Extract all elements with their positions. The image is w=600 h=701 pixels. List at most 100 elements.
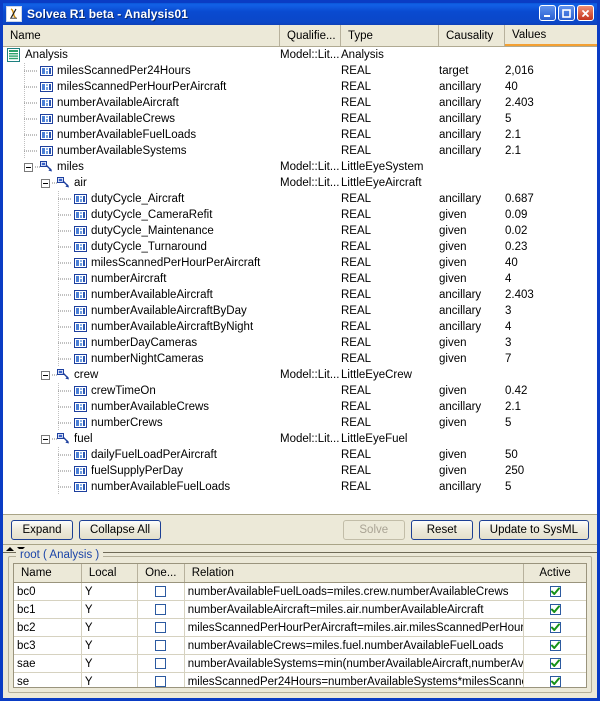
tree-row-qualifier: Model::Lit... — [280, 177, 340, 189]
tree-row[interactable]: numberAvailableFuelLoads REAL ancillary 5 — [3, 479, 597, 495]
tree-expander-collapse-icon[interactable] — [41, 434, 50, 444]
tree-row[interactable]: Analysis Model::Lit... Analysis — [3, 47, 597, 63]
active-checkbox[interactable] — [549, 676, 561, 687]
tree-column-header-name[interactable]: Name — [3, 25, 280, 46]
tree-row[interactable]: dutyCycle_Maintenance REAL given 0.02 — [3, 223, 597, 239]
splitter-up-icon[interactable] — [6, 546, 14, 551]
one-way-checkbox[interactable] — [155, 676, 167, 687]
tree-row[interactable]: dutyCycle_Turnaround REAL given 0.23 — [3, 239, 597, 255]
relation-one-cell — [138, 601, 185, 618]
tree-row[interactable]: milesScannedPerHourPerAircraft REAL given 4… — [3, 255, 597, 271]
relations-column-header-name[interactable]: Name — [14, 564, 82, 582]
tree-row[interactable]: numberAircraft REAL given 4 — [3, 271, 597, 287]
tree-row[interactable]: dutyCycle_Aircraft REAL ancillary 0.687 — [3, 191, 597, 207]
tree-row[interactable]: numberAvailableFuelLoads REAL ancillary 2.1 — [3, 127, 597, 143]
relations-table[interactable]: Name Local One... Relation Active bc0 Ynumber… — [13, 563, 587, 688]
relations-table-row[interactable]: bc0 YnumberAvailableFuelLoads=miles.crew.… — [14, 583, 586, 601]
tree-row[interactable]: dutyCycle_CameraRefit REAL given 0.09 — [3, 207, 597, 223]
tree-row-causality: given — [439, 465, 467, 477]
active-checkbox[interactable] — [549, 640, 561, 651]
analysis-tree[interactable]: Analysis Model::Lit... Analysis milesScanne… — [3, 47, 597, 514]
tree-row[interactable]: numberAvailableAircraftByNight REAL ancill… — [3, 319, 597, 335]
tree-row[interactable]: crew Model::Lit... LittleEyeCrew — [3, 367, 597, 383]
tree-row-type: REAL — [341, 97, 372, 109]
relations-column-header-local[interactable]: Local — [82, 564, 138, 582]
tree-row[interactable]: numberAvailableCrews REAL ancillary 5 — [3, 111, 597, 127]
tree-row[interactable]: milesScannedPerHourPerAircraft REAL ancill… — [3, 79, 597, 95]
tree-row-name-cell: numberDayCameras — [3, 335, 280, 351]
active-checkbox[interactable] — [549, 622, 561, 633]
tree-expander-collapse-icon[interactable] — [41, 178, 50, 188]
tree-row-value: 0.02 — [505, 225, 528, 237]
tree-row[interactable]: numberNightCameras REAL given 7 — [3, 351, 597, 367]
relation-active-cell — [524, 637, 586, 654]
active-checkbox[interactable] — [549, 658, 561, 669]
expand-button[interactable]: Expand — [11, 519, 73, 540]
one-way-checkbox[interactable] — [155, 658, 167, 669]
tree-row-value: 2.1 — [505, 145, 521, 157]
relations-table-row[interactable]: sae YnumberAvailableSystems=min(numberAva… — [14, 655, 586, 673]
tree-column-header-values[interactable]: Values — [505, 25, 597, 46]
relations-column-header-active[interactable]: Active — [524, 564, 586, 582]
relations-column-header-one[interactable]: One... — [138, 564, 185, 582]
relation-expression-cell: milesScannedPerHourPerAircraft=miles.air… — [185, 619, 525, 636]
tree-column-header-qualifie[interactable]: Qualifie... — [280, 25, 341, 46]
relations-table-row[interactable]: bc1 YnumberAvailableAircraft=miles.air.nu… — [14, 601, 586, 619]
tree-row-name-cell: milesScannedPer24Hours — [3, 63, 280, 79]
tree-column-header-causality[interactable]: Causality — [439, 25, 505, 46]
tree-expander-collapse-icon[interactable] — [41, 370, 50, 380]
tree-row[interactable]: air Model::Lit... LittleEyeAircraft — [3, 175, 597, 191]
tree-row[interactable]: dailyFuelLoadPerAircraft REAL given 50 — [3, 447, 597, 463]
one-way-checkbox[interactable] — [155, 604, 167, 615]
tree-row[interactable]: numberCrews REAL given 5 — [3, 415, 597, 431]
tree-column-header-type[interactable]: Type — [341, 25, 439, 46]
value-property-icon — [74, 274, 87, 284]
tree-row[interactable]: numberAvailableSystems REAL ancillary 2.1 — [3, 143, 597, 159]
tree-connector — [57, 351, 74, 367]
active-checkbox[interactable] — [549, 586, 561, 597]
tree-row[interactable]: numberAvailableAircraft REAL ancillary 2.40… — [3, 95, 597, 111]
application-window: Solvea R1 beta - Analysis01 Name Qualifie… — [0, 0, 600, 701]
one-way-checkbox[interactable] — [155, 640, 167, 651]
relations-table-row[interactable]: se YmilesScannedPer24Hours=numberAvailabl… — [14, 673, 586, 687]
tree-row[interactable]: crewTimeOn REAL given 0.42 — [3, 383, 597, 399]
update-to-sysml-button[interactable]: Update to SysML — [478, 519, 589, 540]
maximize-button[interactable] — [558, 5, 575, 21]
relation-local-cell: Y — [82, 673, 138, 687]
relations-column-header-relation[interactable]: Relation — [185, 564, 525, 582]
tree-row[interactable]: numberAvailableAircraftByDay REAL ancillar… — [3, 303, 597, 319]
active-checkbox[interactable] — [549, 604, 561, 615]
relations-table-row[interactable]: bc2 YmilesScannedPerHourPerAircraft=miles… — [14, 619, 586, 637]
tree-row[interactable]: numberAvailableAircraft REAL ancillary 2.40… — [3, 287, 597, 303]
reset-button[interactable]: Reset — [410, 519, 473, 540]
tree-row-value: 3 — [505, 305, 512, 317]
collapse-all-button[interactable]: Collapse All — [79, 519, 162, 540]
relations-table-row[interactable]: bc3 YnumberAvailableCrews=miles.fuel.numb… — [14, 637, 586, 655]
part-property-icon — [57, 177, 70, 189]
tree-connector — [23, 79, 40, 95]
tree-row-label: numberDayCameras — [91, 337, 198, 349]
relation-name-cell: se — [14, 673, 82, 687]
relation-local-cell: Y — [82, 619, 138, 636]
tree-row[interactable]: numberDayCameras REAL given 3 — [3, 335, 597, 351]
tree-row[interactable]: milesScannedPer24Hours REAL target 2,016 — [3, 63, 597, 79]
tree-row-label: miles — [57, 161, 84, 173]
close-button[interactable] — [577, 5, 594, 21]
tree-row-label: numberAvailableAircraft — [91, 289, 213, 301]
value-property-icon — [74, 258, 87, 268]
one-way-checkbox[interactable] — [155, 586, 167, 597]
tree-row-type: REAL — [341, 273, 372, 285]
one-way-checkbox[interactable] — [155, 622, 167, 633]
tree-connector — [57, 239, 74, 255]
solve-button[interactable]: Solve — [342, 519, 405, 540]
tree-expander-collapse-icon[interactable] — [24, 162, 33, 172]
tree-row-causality: ancillary — [439, 289, 482, 301]
tree-row[interactable]: fuel Model::Lit... LittleEyeFuel — [3, 431, 597, 447]
tree-row[interactable]: numberAvailableCrews REAL ancillary 2.1 — [3, 399, 597, 415]
value-property-icon — [74, 338, 87, 348]
tree-row[interactable]: fuelSupplyPerDay REAL given 250 — [3, 463, 597, 479]
relation-local-cell: Y — [82, 583, 138, 600]
tree-row-causality: ancillary — [439, 481, 482, 493]
minimize-button[interactable] — [539, 5, 556, 21]
tree-row[interactable]: miles Model::Lit... LittleEyeSystem — [3, 159, 597, 175]
